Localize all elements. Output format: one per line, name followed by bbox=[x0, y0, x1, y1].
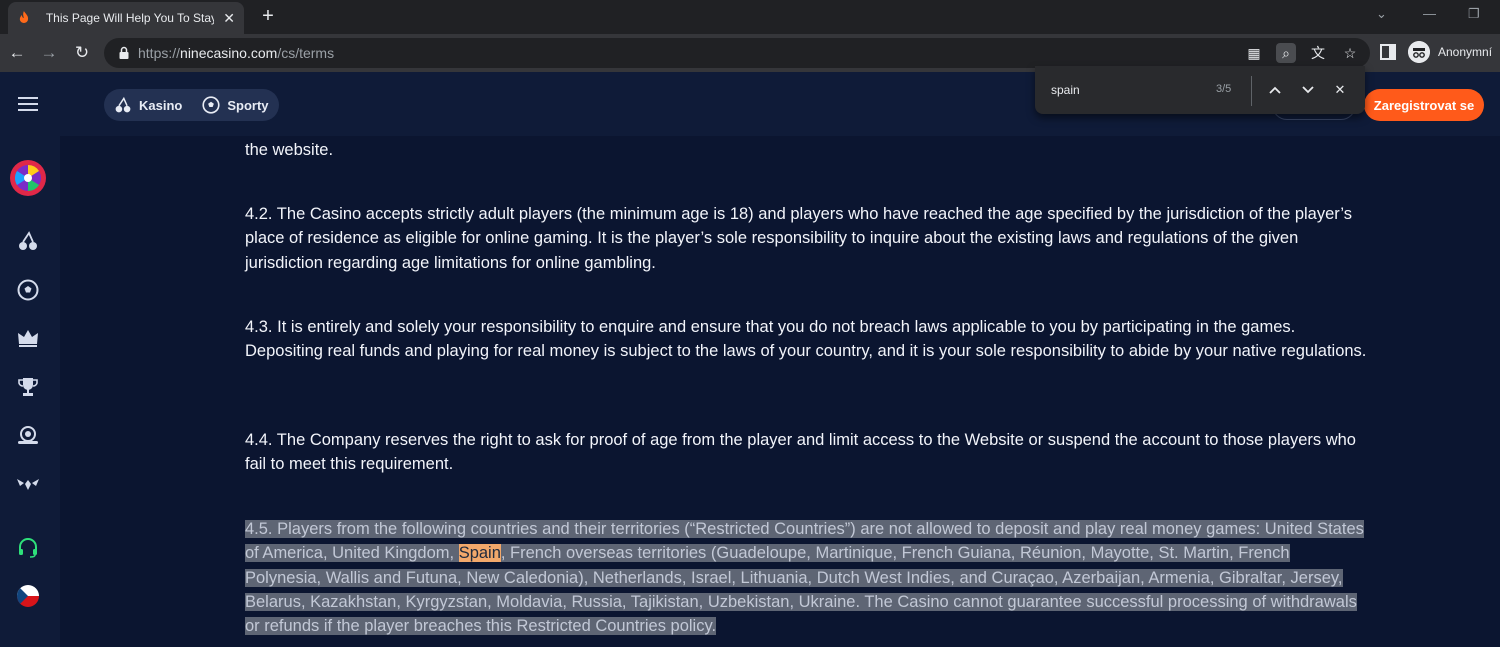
soccer-ball-icon[interactable] bbox=[16, 278, 40, 302]
cherries-icon[interactable] bbox=[16, 229, 40, 253]
minimize-icon[interactable]: — bbox=[1423, 6, 1436, 21]
find-in-page-bar: 3/5 ✕ bbox=[1035, 66, 1365, 114]
back-button[interactable]: ← bbox=[6, 42, 28, 64]
find-next-button[interactable] bbox=[1297, 79, 1319, 101]
url-text: https://ninecasino.com/cs/terms bbox=[138, 45, 335, 61]
terms-section-4-4: 4.4. The Company reserves the right to a… bbox=[245, 431, 1356, 474]
restore-icon[interactable]: ❐ bbox=[1468, 6, 1480, 22]
crown-icon[interactable] bbox=[16, 326, 40, 350]
profile-button[interactable]: Anonymní bbox=[1408, 41, 1492, 63]
find-match-count: 3/5 bbox=[1216, 83, 1232, 95]
incognito-icon bbox=[1408, 41, 1430, 63]
new-tab-button[interactable]: + bbox=[256, 4, 280, 28]
menu-icon[interactable] bbox=[16, 92, 40, 116]
category-nav: Kasino Sporty bbox=[104, 89, 279, 121]
forward-button[interactable]: → bbox=[38, 42, 60, 64]
tab-close-icon[interactable]: ✕ bbox=[222, 10, 236, 27]
find-previous-button[interactable] bbox=[1264, 79, 1286, 101]
flame-favicon-icon bbox=[19, 11, 29, 23]
find-close-button[interactable]: ✕ bbox=[1329, 79, 1351, 101]
vip-wings-icon[interactable] bbox=[16, 472, 40, 496]
terms-section-4-5: 4.5. Players from the following countrie… bbox=[245, 517, 1370, 638]
find-input[interactable] bbox=[1051, 80, 1201, 100]
profile-label: Anonymní bbox=[1438, 45, 1493, 59]
browser-tab-bar: This Page Will Help You To Stay Ir ✕ + ⌄… bbox=[0, 0, 1500, 34]
nav-sporty-label: Sporty bbox=[227, 97, 269, 113]
address-bar[interactable]: https://ninecasino.com/cs/terms ▦ ⌕ 文 ☆ bbox=[104, 38, 1370, 68]
trophy-icon[interactable] bbox=[16, 375, 40, 399]
nav-sporty[interactable]: Sporty bbox=[202, 96, 269, 114]
find-in-page-icon[interactable]: ⌕ bbox=[1276, 43, 1296, 63]
find-divider bbox=[1251, 76, 1252, 106]
tab-title: This Page Will Help You To Stay Ir bbox=[45, 11, 215, 25]
support-headset-icon[interactable] bbox=[16, 536, 40, 560]
live-casino-icon[interactable] bbox=[16, 423, 40, 447]
translate-icon[interactable]: 文 bbox=[1308, 43, 1328, 63]
cherries-icon bbox=[115, 96, 131, 113]
lock-icon bbox=[119, 46, 129, 59]
czech-flag-icon[interactable] bbox=[16, 584, 40, 608]
side-panel-icon[interactable] bbox=[1378, 42, 1398, 62]
tab-search-chevron-icon[interactable]: ⌄ bbox=[1376, 6, 1387, 22]
register-button[interactable]: Zaregistrovat se bbox=[1364, 89, 1484, 121]
terms-prev-paragraph-end: the website. bbox=[245, 141, 334, 159]
nav-kasino-label: Kasino bbox=[139, 97, 183, 113]
qr-code-icon[interactable]: ▦ bbox=[1244, 43, 1264, 63]
reload-button[interactable]: ↻ bbox=[71, 42, 93, 64]
site-left-rail bbox=[0, 72, 60, 647]
find-match-highlight: Spain bbox=[458, 544, 501, 563]
terms-section-4-2: 4.2. The Casino accepts strictly adult p… bbox=[245, 205, 1353, 272]
bookmark-star-icon[interactable]: ☆ bbox=[1340, 43, 1360, 63]
browser-tab[interactable]: This Page Will Help You To Stay Ir ✕ bbox=[8, 2, 244, 34]
soccer-ball-icon bbox=[202, 96, 220, 114]
nav-kasino[interactable]: Kasino bbox=[114, 96, 182, 114]
wheel-of-fortune-icon[interactable] bbox=[8, 158, 48, 198]
terms-section-4-3: 4.3. It is entirely and solely your resp… bbox=[245, 318, 1367, 361]
